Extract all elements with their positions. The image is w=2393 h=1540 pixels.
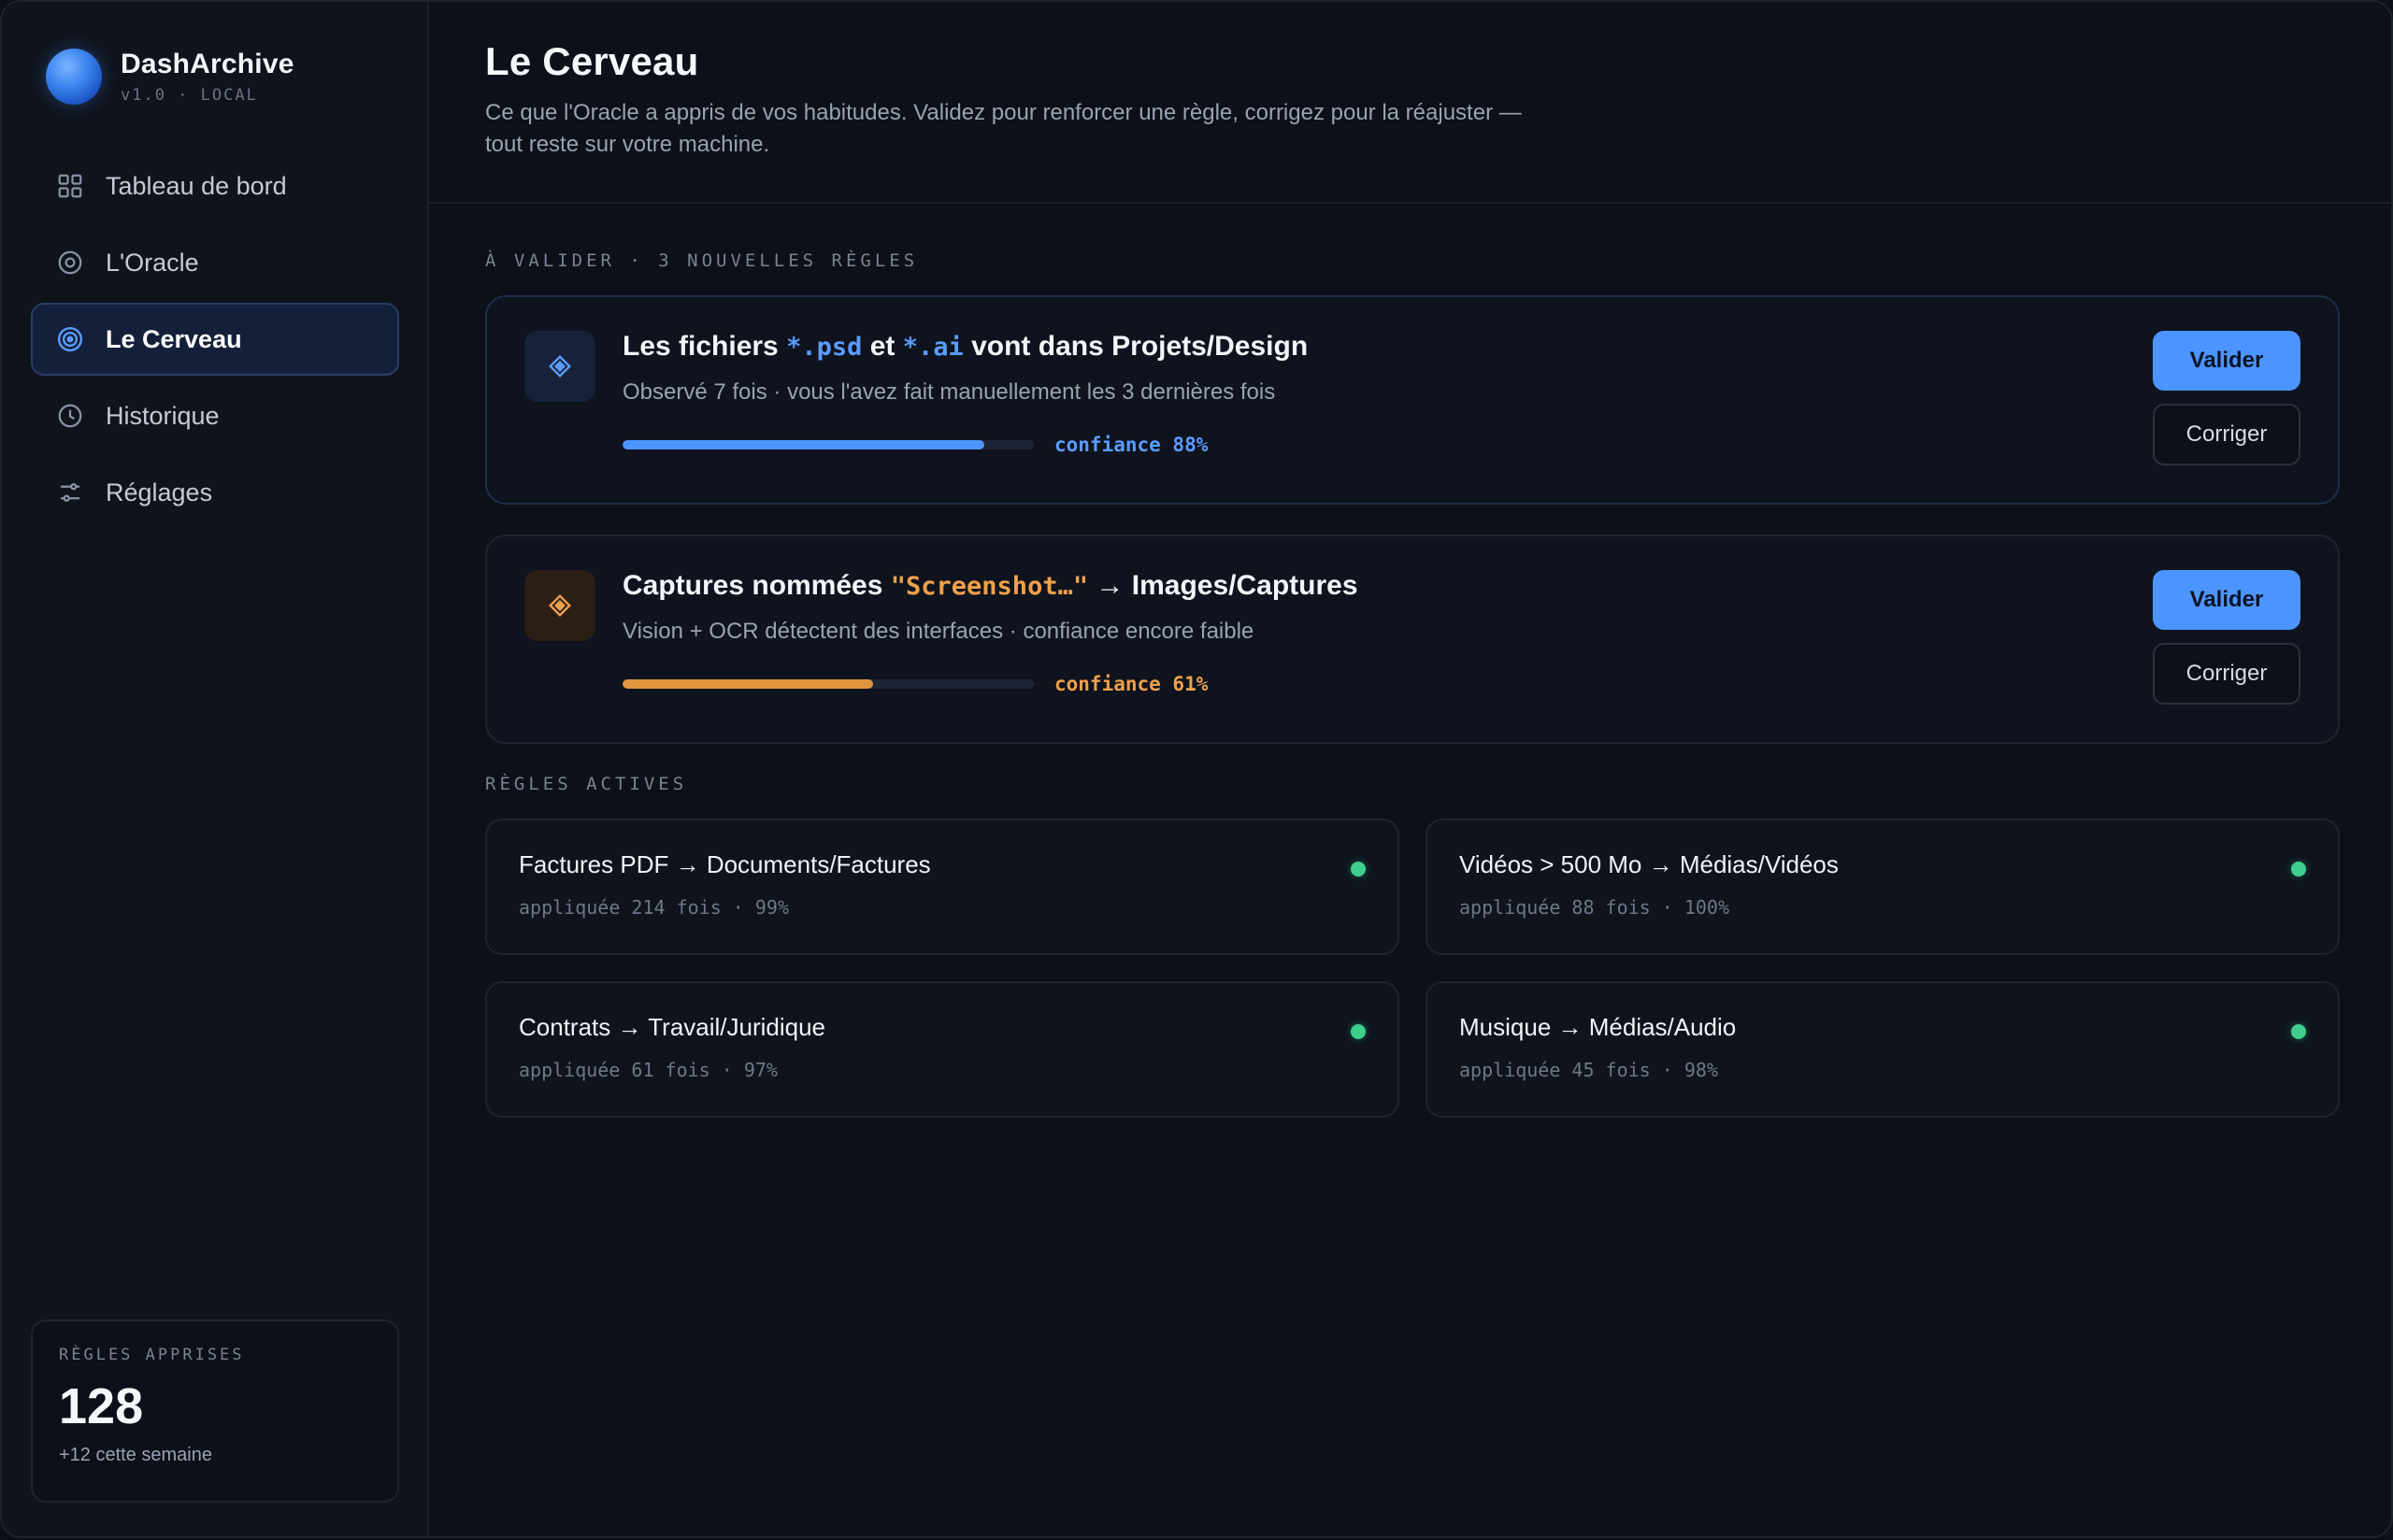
grid-icon xyxy=(55,171,85,201)
title-text: → Images/Captures xyxy=(1088,570,1358,601)
brand-logo xyxy=(46,49,102,105)
sidebar-item-reglages[interactable]: Réglages xyxy=(31,456,399,529)
confidence-row: confiance 88% xyxy=(623,434,1308,456)
pending-rule-title: Les fichiers *.psd et *.ai vont dans Pro… xyxy=(623,331,1308,363)
sidebar-item-label: Réglages xyxy=(106,478,213,506)
learned-rules-count: 128 xyxy=(59,1378,144,1434)
sidebar-item-label: Historique xyxy=(106,401,220,430)
confidence-label: confiance 88% xyxy=(1054,434,1209,456)
sidebar: DashArchive v1.0 · LOCAL Tableau de bord xyxy=(2,2,429,1536)
app-version: v1.0 · LOCAL xyxy=(121,86,258,105)
validate-button[interactable]: Valider xyxy=(2153,331,2300,391)
file-pattern: *.psd xyxy=(786,333,863,362)
active-rule-title: Vidéos > 500 Mo → Médias/Vidéos xyxy=(1459,850,1839,878)
status-dot xyxy=(1351,862,1366,877)
pending-rule-actions: Valider Corriger xyxy=(2153,331,2300,465)
pending-rule-body: Les fichiers *.psd et *.ai vont dans Pro… xyxy=(623,331,1308,456)
brand: DashArchive v1.0 · LOCAL xyxy=(46,49,399,105)
status-dot xyxy=(2291,862,2306,877)
active-rules-grid: Factures PDF → Documents/Factures appliq… xyxy=(485,819,2340,1118)
content: À VALIDER · 3 NOUVELLES RÈGLES Les fichi… xyxy=(429,250,2391,1118)
active-rule-title: Musique → Médias/Audio xyxy=(1459,1013,1737,1041)
learned-rules-delta: +12 cette semaine xyxy=(59,1445,212,1465)
app-window: DashArchive v1.0 · LOCAL Tableau de bord xyxy=(0,0,2393,1538)
pending-rule-body: Captures nommées "Screenshot…" → Images/… xyxy=(623,570,1358,695)
pending-rule-actions: Valider Corriger xyxy=(2153,570,2300,705)
validate-button[interactable]: Valider xyxy=(2153,570,2300,630)
active-rule-card[interactable]: Factures PDF → Documents/Factures appliq… xyxy=(485,819,1399,955)
sidebar-nav: Tableau de bord L'Oracle Le Cerveau Hist… xyxy=(31,150,399,529)
pending-section-label: À VALIDER · 3 NOUVELLES RÈGLES xyxy=(485,250,919,271)
status-dot xyxy=(1351,1024,1366,1039)
title-text: vont dans Projets/Design xyxy=(963,331,1309,362)
sidebar-item-le-cerveau[interactable]: Le Cerveau xyxy=(31,303,399,376)
sidebar-item-historique[interactable]: Historique xyxy=(31,379,399,452)
file-pattern: "Screenshot…" xyxy=(890,572,1089,601)
confidence-label: confiance 61% xyxy=(1054,673,1209,695)
sidebar-item-label: L'Oracle xyxy=(106,248,199,277)
oracle-icon xyxy=(55,248,85,278)
page-description: Ce que l'Oracle a appris de vos habitude… xyxy=(485,100,1522,157)
sliders-icon xyxy=(55,478,85,507)
sidebar-item-label: Tableau de bord xyxy=(106,171,287,200)
app-name: DashArchive xyxy=(121,49,294,79)
confidence-bar xyxy=(623,679,1034,689)
learned-rules-label: RÈGLES APPRISES xyxy=(59,1346,245,1364)
status-dot xyxy=(2291,1024,2306,1039)
diamond-icon xyxy=(549,594,571,617)
sidebar-item-oracle[interactable]: L'Oracle xyxy=(31,226,399,299)
active-rule-meta: appliquée 88 fois · 100% xyxy=(1459,896,1729,919)
page-title: Le Cerveau xyxy=(485,39,699,83)
active-section-label: RÈGLES ACTIVES xyxy=(485,774,688,794)
active-rule-meta: appliquée 45 fois · 98% xyxy=(1459,1059,1718,1081)
pending-rule-title: Captures nommées "Screenshot…" → Images/… xyxy=(623,570,1358,602)
active-rule-card[interactable]: Musique → Médias/Audio appliquée 45 fois… xyxy=(1426,981,2340,1118)
active-rule-title: Factures PDF → Documents/Factures xyxy=(519,850,931,878)
confidence-row: confiance 61% xyxy=(623,673,1358,695)
title-text: Captures nommées xyxy=(623,570,891,601)
active-rule-title: Contrats → Travail/Juridique xyxy=(519,1013,826,1041)
correct-button[interactable]: Corriger xyxy=(2153,404,2300,465)
sidebar-item-tableau-de-bord[interactable]: Tableau de bord xyxy=(31,150,399,222)
rule-type-icon xyxy=(524,331,595,402)
active-rule-card[interactable]: Vidéos > 500 Mo → Médias/Vidéos appliqué… xyxy=(1426,819,2340,955)
confidence-fill xyxy=(623,440,985,449)
page-header: Le Cerveau Ce que l'Oracle a appris de v… xyxy=(429,2,2391,204)
pending-rule-subtitle: Vision + OCR détectent des interfaces · … xyxy=(623,619,1254,644)
main-panel: Le Cerveau Ce que l'Oracle a appris de v… xyxy=(429,2,2391,1536)
learned-rules-card: RÈGLES APPRISES 128 +12 cette semaine xyxy=(31,1319,399,1503)
confidence-bar xyxy=(623,440,1034,449)
diamond-icon xyxy=(549,355,571,378)
title-text: et xyxy=(862,331,903,362)
target-icon xyxy=(55,324,85,354)
active-rule-meta: appliquée 214 fois · 99% xyxy=(519,896,789,919)
sidebar-item-label: Le Cerveau xyxy=(106,324,242,353)
pending-rule-card: Les fichiers *.psd et *.ai vont dans Pro… xyxy=(485,295,2340,505)
confidence-fill xyxy=(623,679,874,689)
rule-type-icon xyxy=(524,570,595,641)
pending-rule-subtitle: Observé 7 fois · vous l'avez fait manuel… xyxy=(623,379,1276,405)
correct-button[interactable]: Corriger xyxy=(2153,643,2300,705)
pending-rule-card: Captures nommées "Screenshot…" → Images/… xyxy=(485,535,2340,744)
clock-icon xyxy=(55,401,85,431)
active-rule-card[interactable]: Contrats → Travail/Juridique appliquée 6… xyxy=(485,981,1399,1118)
active-rule-meta: appliquée 61 fois · 97% xyxy=(519,1059,778,1081)
file-pattern: *.ai xyxy=(902,333,964,362)
title-text: Les fichiers xyxy=(623,331,787,362)
